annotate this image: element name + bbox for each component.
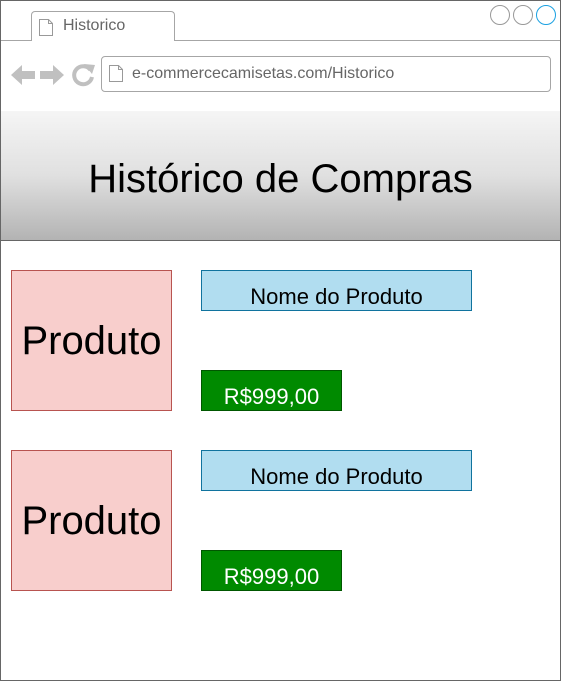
product-price[interactable]: R$999,00 [201, 370, 342, 411]
purchase-item: Produto Nome do Produto R$999,00 [1, 450, 560, 592]
close-icon[interactable] [536, 5, 556, 25]
forward-arrow-icon[interactable] [39, 62, 65, 88]
product-price[interactable]: R$999,00 [201, 550, 342, 591]
address-bar[interactable]: e-commercecamisetas.com/Historico [101, 56, 551, 92]
page-header: Histórico de Compras [1, 111, 560, 241]
browser-window: Historico e-commercecamisetas.com/Histor… [0, 0, 561, 681]
browser-tab[interactable]: Historico [31, 11, 175, 41]
back-arrow-icon[interactable] [10, 62, 36, 88]
product-name[interactable]: Nome do Produto [201, 270, 472, 311]
address-url: e-commercecamisetas.com/Historico [132, 65, 395, 82]
page-icon [39, 19, 53, 36]
maximize-icon[interactable] [513, 5, 533, 25]
page-title: Histórico de Compras [88, 157, 473, 201]
tab-title: Historico [63, 17, 126, 34]
page-icon [109, 65, 123, 82]
product-image-placeholder[interactable]: Produto [11, 450, 172, 591]
refresh-icon[interactable] [70, 62, 96, 88]
minimize-icon[interactable] [490, 5, 510, 25]
purchase-item: Produto Nome do Produto R$999,00 [1, 270, 560, 412]
product-image-label: Produto [21, 318, 162, 363]
product-name[interactable]: Nome do Produto [201, 450, 472, 491]
product-image-label: Produto [21, 498, 162, 543]
product-image-placeholder[interactable]: Produto [11, 270, 172, 411]
window-controls [490, 5, 556, 25]
